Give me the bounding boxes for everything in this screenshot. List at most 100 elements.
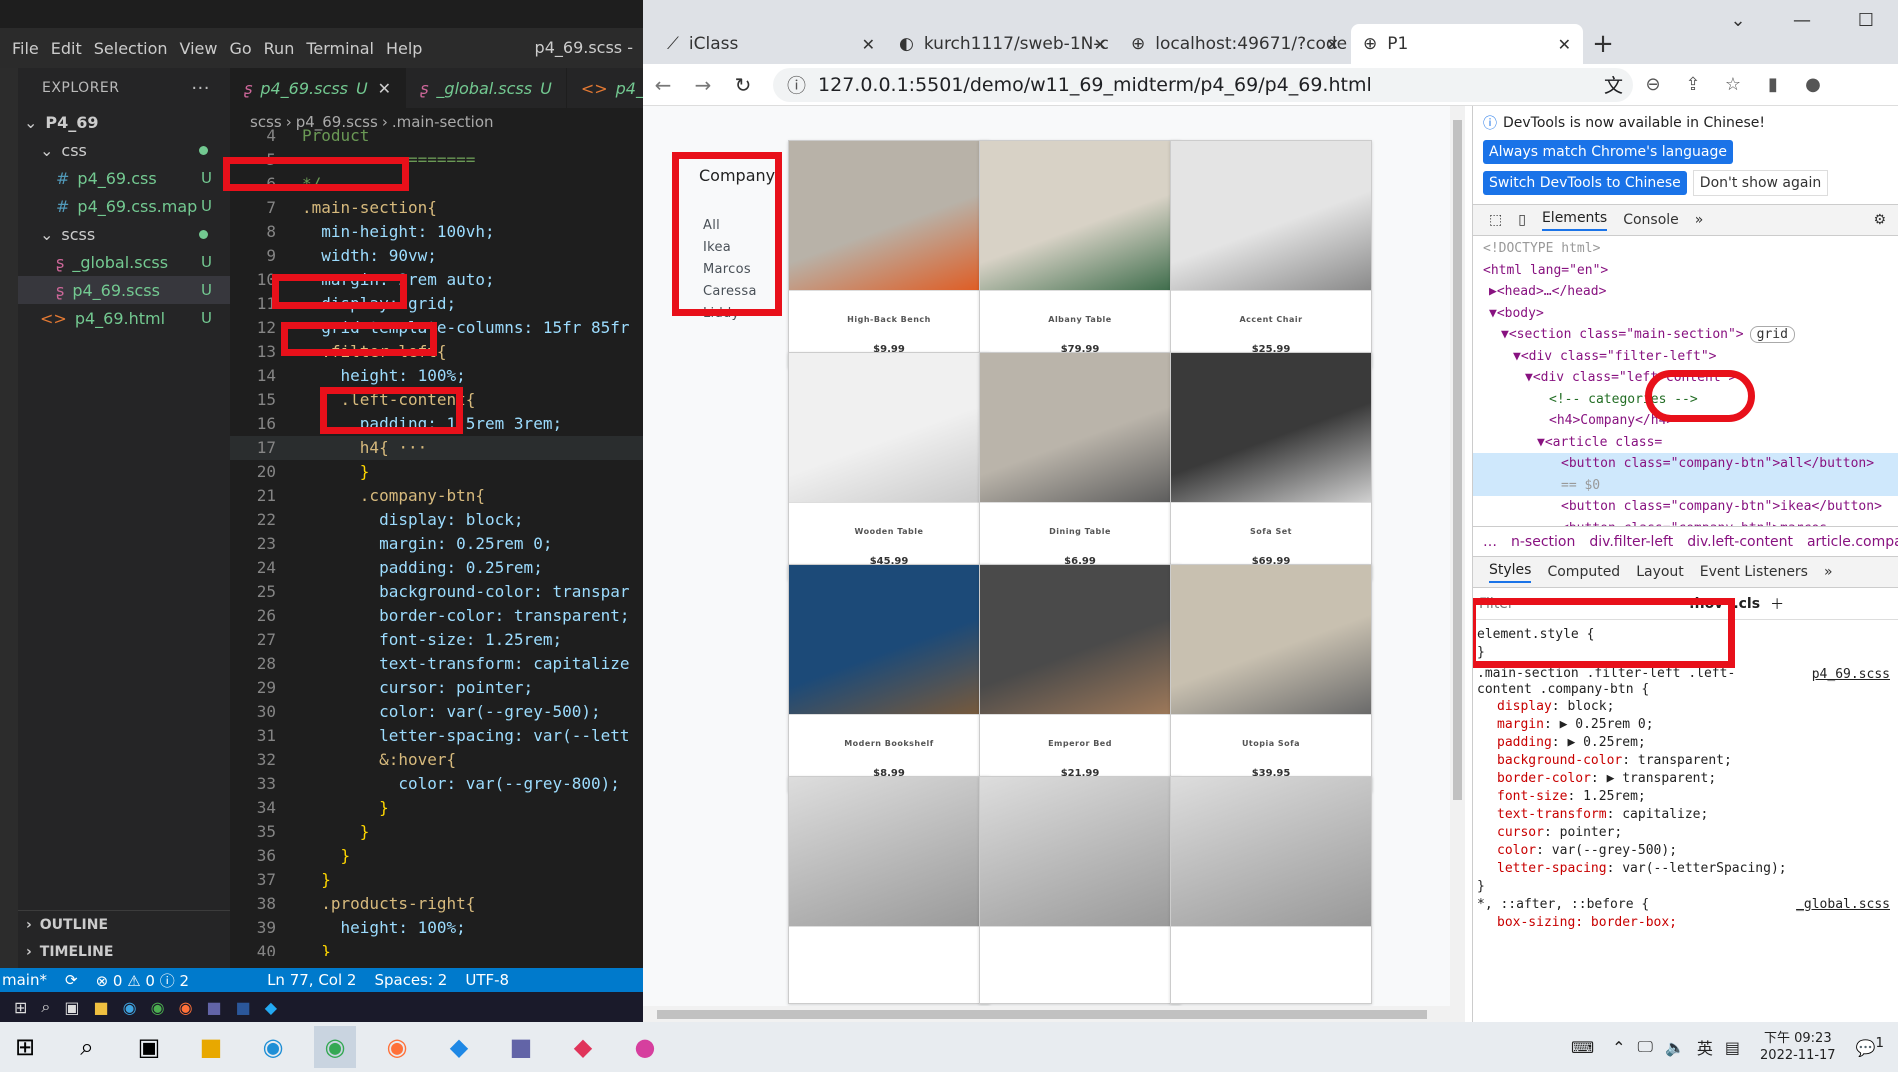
menu-item-view[interactable]: View <box>180 39 218 58</box>
product-card[interactable] <box>1170 776 1372 1004</box>
file-tree-item[interactable]: ʂ p4_69.scss U <box>18 276 230 304</box>
bookmark-star-icon[interactable]: ☆ <box>1713 74 1753 95</box>
more-actions-icon[interactable]: ··· <box>191 78 210 99</box>
css-declaration[interactable]: letter-spacing: var(--letterSpacing); <box>1477 860 1894 878</box>
back-icon[interactable]: ← <box>643 73 683 97</box>
company-filter-button[interactable]: Caressa <box>703 284 757 299</box>
product-card[interactable]: Dining Table $6.99 <box>979 352 1181 580</box>
file-tree-item[interactable]: ⌄ css <box>18 136 230 164</box>
code-editor[interactable]: 4 Product 5 ================== 6 */ 7 .main-sec… <box>230 124 643 956</box>
css-declaration[interactable]: text-transform: capitalize; <box>1477 806 1894 824</box>
firefox-icon[interactable]: ◉ <box>179 998 193 1017</box>
browser-tab[interactable]: ◐ kurch1117/sweb-1N-c ✕ <box>887 24 1119 64</box>
company-filter-button[interactable]: Marcos <box>703 262 751 277</box>
branch-status[interactable]: main* <box>2 971 47 989</box>
css-declaration[interactable]: margin: ▶ 0.25rem 0; <box>1477 716 1894 734</box>
close-icon[interactable]: ✕ <box>1558 35 1571 54</box>
outline-header[interactable]: › OUTLINE <box>18 911 230 938</box>
activity-bar[interactable] <box>0 68 18 968</box>
editor-tab[interactable]: ʂ p4_69.scss U ✕ <box>230 68 407 108</box>
task-view-icon[interactable]: ▣ <box>128 1026 170 1068</box>
product-card[interactable]: Albany Table $79.99 <box>979 140 1181 368</box>
styles-tab-computed[interactable]: Computed <box>1547 564 1620 580</box>
product-card[interactable] <box>979 776 1181 1004</box>
css-declaration[interactable]: color: var(--grey-500); <box>1477 842 1894 860</box>
indentation-status[interactable]: Spaces: 2 <box>374 971 447 989</box>
browser-tab[interactable]: ⟋ iClass ✕ <box>655 24 887 64</box>
keyboard-icon[interactable]: ⌨ <box>1571 1038 1594 1057</box>
folder-root[interactable]: ⌄ P4_69 <box>18 108 230 136</box>
chrome-icon[interactable]: ◉ <box>314 1026 356 1068</box>
file-tree-item[interactable]: ʂ _global.scss U <box>18 248 230 276</box>
volume-icon[interactable]: 🔈 <box>1665 1038 1685 1057</box>
product-card[interactable]: Modern Bookshelf $8.99 <box>788 564 990 792</box>
dom-breadcrumb-item[interactable]: div.filter-left <box>1589 534 1673 550</box>
menu-item-terminal[interactable]: Terminal <box>306 39 374 58</box>
reload-icon[interactable]: ↻ <box>723 73 763 97</box>
close-icon[interactable]: ✕ <box>378 79 391 98</box>
product-card[interactable]: Emperor Bed $21.99 <box>979 564 1181 792</box>
dom-breadcrumb-item[interactable]: n-section <box>1511 534 1575 550</box>
editor-tab[interactable]: <> p4_6 <box>567 68 643 108</box>
teams-icon[interactable]: ■ <box>500 1026 542 1068</box>
product-card[interactable] <box>788 776 990 1004</box>
css-declaration[interactable]: padding: ▶ 0.25rem; <box>1477 734 1894 752</box>
dom-node[interactable]: <!DOCTYPE html> <box>1473 238 1898 260</box>
encoding-status[interactable]: UTF-8 <box>465 971 509 989</box>
chrome-icon[interactable]: ◉ <box>151 998 165 1017</box>
tab-console[interactable]: Console <box>1623 212 1679 228</box>
address-bar[interactable]: ⓘ 127.0.0.1:5501/demo/w11_69_midterm/p4_… <box>773 67 1633 102</box>
minimize-icon[interactable]: — <box>1770 0 1834 40</box>
add-rule-icon[interactable]: ＋ <box>1770 594 1784 614</box>
css-declaration[interactable]: background-color: transparent; <box>1477 752 1894 770</box>
dom-node[interactable]: ▼<div class="left-content"> <box>1473 367 1898 389</box>
ime-indicator[interactable]: 英 <box>1697 1035 1713 1059</box>
chevron-up-icon[interactable]: ⌃ <box>1612 1038 1625 1057</box>
dom-node[interactable]: <button class="company-btn">all</button> <box>1473 453 1898 475</box>
browser-tab[interactable]: ⊕ localhost:49671/?code ✕ <box>1119 24 1351 64</box>
translate-icon[interactable]: 文 <box>1604 71 1623 98</box>
company-filter-button[interactable]: Ikea <box>703 240 731 255</box>
styles-tab-more[interactable]: » <box>1824 564 1833 580</box>
more-tabs-icon[interactable]: » <box>1695 212 1704 228</box>
side-panel-icon[interactable]: ▮ <box>1753 74 1793 95</box>
styles-filter-input[interactable]: Filter <box>1479 596 1679 612</box>
network-icon[interactable]: 🖵 <box>1638 1037 1653 1057</box>
dom-node[interactable]: <button class="company-btn">marcos <box>1473 518 1898 527</box>
zoom-icon[interactable]: ⊖ <box>1633 74 1673 95</box>
product-card[interactable]: Accent Chair $25.99 <box>1170 140 1372 368</box>
browser-tab[interactable]: ⊕ P1 ✕ <box>1351 24 1583 64</box>
company-filter-button[interactable]: All <box>703 218 720 233</box>
dom-node[interactable]: == $0 <box>1473 474 1898 496</box>
dom-breadcrumb-item[interactable]: div.left-content <box>1687 534 1793 550</box>
always-match-button[interactable]: Always match Chrome's language <box>1483 140 1733 164</box>
windows-icon[interactable]: ⊞ <box>14 998 27 1017</box>
drop-icon[interactable]: ● <box>624 1026 666 1068</box>
start-icon[interactable]: ⊞ <box>4 1026 46 1068</box>
search-icon[interactable]: ⌕ <box>41 997 50 1017</box>
dom-node[interactable]: ▼<div class="filter-left"> <box>1473 346 1898 368</box>
file-tree-item[interactable]: <> p4_69.html U <box>18 304 230 332</box>
gear-icon[interactable]: ⚙ <box>1873 212 1886 228</box>
folder-icon[interactable]: ■ <box>94 998 109 1017</box>
dom-node[interactable]: <button class="company-btn">ikea</button… <box>1473 496 1898 518</box>
file-tree-item[interactable]: # p4_69.css U <box>18 164 230 192</box>
edge-icon[interactable]: ◉ <box>123 998 137 1017</box>
clock[interactable]: 下午 09:23 2022-11-17 <box>1760 1030 1836 1064</box>
tab-elements[interactable]: Elements <box>1541 210 1608 231</box>
git-icon[interactable]: ◆ <box>562 1026 604 1068</box>
menu-item-help[interactable]: Help <box>386 39 422 58</box>
product-card[interactable]: High-Back Bench $9.99 <box>788 140 990 368</box>
editor-tab[interactable]: ʂ _global.scss U <box>406 68 567 108</box>
company-filter-button[interactable]: Liddy <box>703 306 740 321</box>
task-view-icon[interactable]: ▣ <box>64 998 79 1017</box>
switch-chinese-button[interactable]: Switch DevTools to Chinese <box>1483 171 1687 195</box>
cursor-position[interactable]: Ln 77, Col 2 <box>267 971 356 989</box>
sync-icon[interactable]: ⟳ <box>65 971 78 989</box>
product-card[interactable]: Sofa Set $69.99 <box>1170 352 1372 580</box>
product-card[interactable]: Wooden Table $45.99 <box>788 352 990 580</box>
dom-node[interactable]: ▶<head>…</head> <box>1473 281 1898 303</box>
vscode-icon[interactable]: ◆ <box>438 1026 480 1068</box>
close-icon[interactable]: ✕ <box>1094 35 1107 54</box>
problems-status[interactable]: ⊗ 0 ⚠ 0 ⓘ 2 <box>96 970 190 991</box>
